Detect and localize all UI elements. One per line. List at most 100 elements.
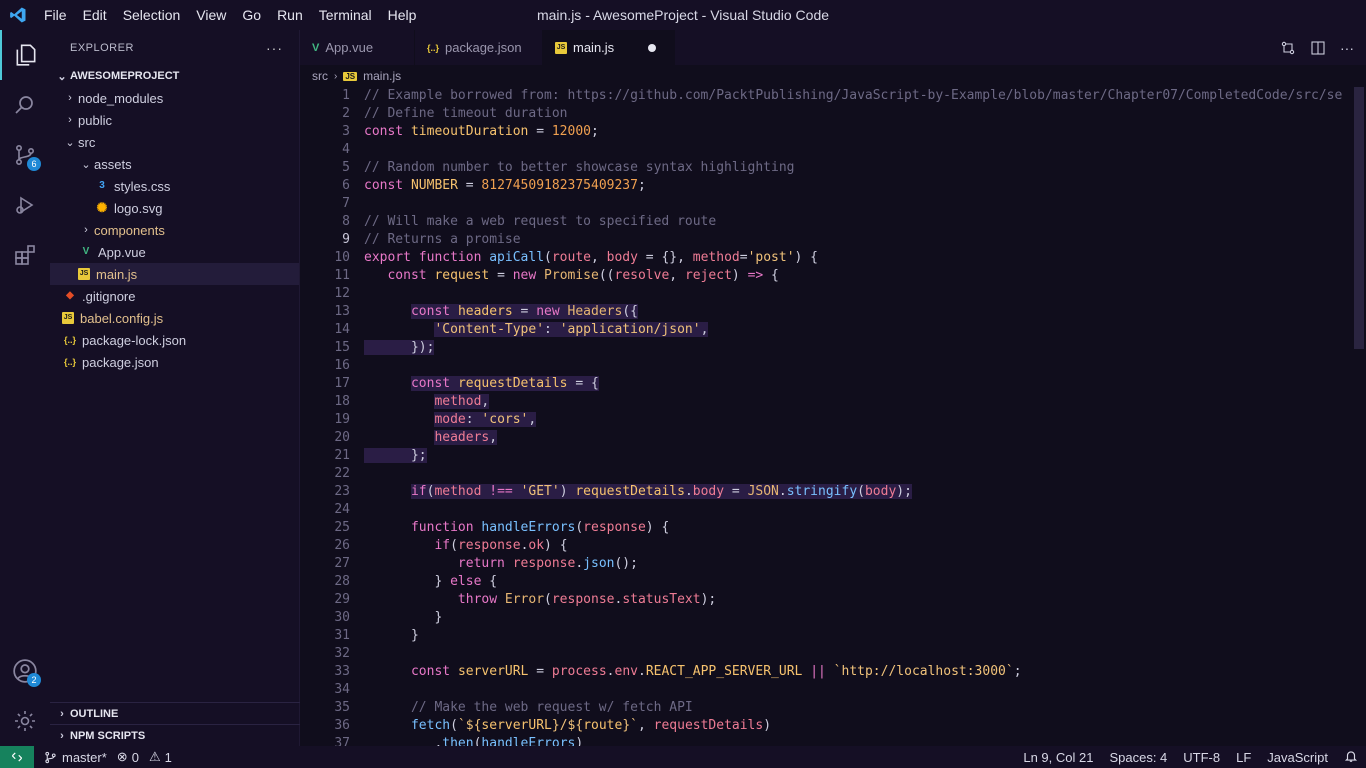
code-line[interactable]: headers, xyxy=(364,429,1352,447)
code-line[interactable]: const headers = new Headers({ xyxy=(364,303,1352,321)
code-line[interactable]: // Will make a web request to specified … xyxy=(364,213,1352,231)
code-line[interactable]: export function apiCall(route, body = {}… xyxy=(364,249,1352,267)
code-line[interactable]: // Example borrowed from: https://github… xyxy=(364,87,1352,105)
file-styles-css[interactable]: 3styles.css xyxy=(50,175,299,197)
folder-components[interactable]: ›components xyxy=(50,219,299,241)
code-line[interactable]: // Define timeout duration xyxy=(364,105,1352,123)
code-line[interactable]: // Make the web request w/ fetch API xyxy=(364,699,1352,717)
code-line[interactable]: const requestDetails = { xyxy=(364,375,1352,393)
code-token xyxy=(364,718,411,733)
code-line[interactable]: const serverURL = process.env.REACT_APP_… xyxy=(364,663,1352,681)
menu-edit[interactable]: Edit xyxy=(75,0,115,30)
code-token: headers xyxy=(434,430,489,445)
code-line[interactable]: if(method !== 'GET') requestDetails.body… xyxy=(364,483,1352,501)
code-line[interactable] xyxy=(364,285,1352,303)
code-line[interactable]: const request = new Promise((resolve, re… xyxy=(364,267,1352,285)
remote-indicator-icon[interactable] xyxy=(0,746,34,768)
project-section-header[interactable]: ⌄ AWESOMEPROJECT xyxy=(50,65,299,87)
cursor-position[interactable]: Ln 9, Col 21 xyxy=(1023,750,1093,765)
file-main-js[interactable]: JSmain.js xyxy=(50,263,299,285)
file-app-vue[interactable]: VApp.vue xyxy=(50,241,299,263)
code-line[interactable]: 'Content-Type': 'application/json', xyxy=(364,321,1352,339)
end-of-line[interactable]: LF xyxy=(1236,750,1251,765)
explorer-sidebar: EXPLORER ··· ⌄ AWESOMEPROJECT ›node_modu… xyxy=(50,30,300,746)
code-line[interactable] xyxy=(364,195,1352,213)
json-file-icon: {..} xyxy=(62,354,78,370)
menu-go[interactable]: Go xyxy=(234,0,269,30)
tab-app-vue[interactable]: VApp.vue xyxy=(300,30,415,65)
code-line[interactable]: return response.json(); xyxy=(364,555,1352,573)
code-line[interactable]: function handleErrors(response) { xyxy=(364,519,1352,537)
code-line[interactable]: const timeoutDuration = 12000; xyxy=(364,123,1352,141)
file-babel-config-js[interactable]: JSbabel.config.js xyxy=(50,307,299,329)
notifications-bell-icon[interactable] xyxy=(1344,749,1358,766)
run-debug-icon[interactable] xyxy=(0,180,50,230)
code-line[interactable]: } xyxy=(364,609,1352,627)
scrollbar-thumb[interactable] xyxy=(1354,87,1364,349)
file-package-lock-json[interactable]: {..}package-lock.json xyxy=(50,329,299,351)
extensions-icon[interactable] xyxy=(0,230,50,280)
breadcrumb-folder[interactable]: src xyxy=(312,69,328,83)
tab-main-js[interactable]: JSmain.js xyxy=(543,30,675,65)
code-line[interactable]: mode: 'cors', xyxy=(364,411,1352,429)
code-line[interactable]: } else { xyxy=(364,573,1352,591)
code-line[interactable] xyxy=(364,141,1352,159)
code-line[interactable]: } xyxy=(364,627,1352,645)
code-token: new xyxy=(513,268,544,283)
code-token: method xyxy=(434,484,481,499)
settings-gear-icon[interactable] xyxy=(0,696,50,746)
outline-section-header[interactable]: › OUTLINE xyxy=(50,702,300,724)
code-editor[interactable]: 1234567891011121314151617181920212223242… xyxy=(300,87,1352,746)
more-actions-icon[interactable]: ··· xyxy=(1340,40,1354,56)
menu-view[interactable]: View xyxy=(188,0,234,30)
search-icon[interactable] xyxy=(0,80,50,130)
more-actions-icon[interactable]: ··· xyxy=(266,40,283,56)
accounts-icon[interactable]: 2 xyxy=(0,646,50,696)
breadcrumb-file[interactable]: main.js xyxy=(363,69,401,83)
folder-public[interactable]: ›public xyxy=(50,109,299,131)
code-line[interactable] xyxy=(364,645,1352,663)
menu-terminal[interactable]: Terminal xyxy=(311,0,380,30)
line-number: 33 xyxy=(300,663,364,681)
code-line[interactable] xyxy=(364,465,1352,483)
file--gitignore[interactable]: ◆.gitignore xyxy=(50,285,299,307)
problems-status[interactable]: ⊗ 0 ⚠ 1 xyxy=(117,749,172,765)
code-content[interactable]: // Example borrowed from: https://github… xyxy=(364,87,1352,746)
encoding[interactable]: UTF-8 xyxy=(1183,750,1220,765)
unsaved-dot-icon[interactable] xyxy=(648,44,656,52)
editor-scrollbar[interactable] xyxy=(1352,87,1366,746)
code-line[interactable]: fetch(`${serverURL}/${route}`, requestDe… xyxy=(364,717,1352,735)
npm-scripts-section-header[interactable]: › NPM SCRIPTS xyxy=(50,724,300,746)
code-line[interactable]: .then(handleErrors) xyxy=(364,735,1352,746)
file-logo-svg[interactable]: ✺logo.svg xyxy=(50,197,299,219)
code-line[interactable]: }); xyxy=(364,339,1352,357)
code-line[interactable]: // Returns a promise xyxy=(364,231,1352,249)
explorer-icon[interactable] xyxy=(0,30,50,80)
code-line[interactable]: method, xyxy=(364,393,1352,411)
code-line[interactable] xyxy=(364,681,1352,699)
code-line[interactable]: // Random number to better showcase synt… xyxy=(364,159,1352,177)
code-line[interactable]: const NUMBER = 81274509182375409237; xyxy=(364,177,1352,195)
menu-run[interactable]: Run xyxy=(269,0,311,30)
tab-package-json[interactable]: {..}package.json xyxy=(415,30,543,65)
source-control-icon[interactable]: 6 xyxy=(0,130,50,180)
open-changes-icon[interactable] xyxy=(1280,40,1296,56)
indentation[interactable]: Spaces: 4 xyxy=(1109,750,1167,765)
language-mode[interactable]: JavaScript xyxy=(1267,750,1328,765)
code-line[interactable]: throw Error(response.statusText); xyxy=(364,591,1352,609)
code-line[interactable] xyxy=(364,501,1352,519)
code-line[interactable] xyxy=(364,357,1352,375)
branch-status[interactable]: master* xyxy=(44,750,107,765)
code-token: . xyxy=(575,556,583,571)
folder-src[interactable]: ⌄src xyxy=(50,131,299,153)
menu-help[interactable]: Help xyxy=(380,0,425,30)
split-editor-icon[interactable] xyxy=(1310,40,1326,56)
vue-file-icon: V xyxy=(78,244,94,260)
menu-file[interactable]: File xyxy=(36,0,75,30)
menu-selection[interactable]: Selection xyxy=(115,0,189,30)
code-line[interactable]: if(response.ok) { xyxy=(364,537,1352,555)
folder-assets[interactable]: ⌄assets xyxy=(50,153,299,175)
code-line[interactable]: }; xyxy=(364,447,1352,465)
folder-node-modules[interactable]: ›node_modules xyxy=(50,87,299,109)
file-package-json[interactable]: {..}package.json xyxy=(50,351,299,373)
